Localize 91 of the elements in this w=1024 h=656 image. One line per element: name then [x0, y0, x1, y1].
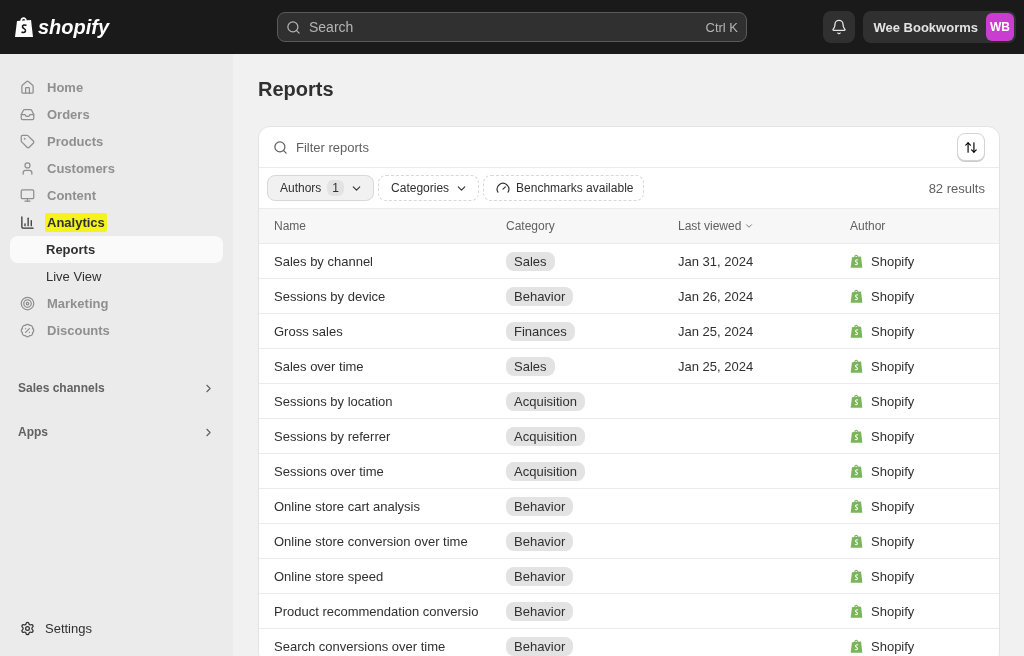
shopping-bag-icon [850, 393, 863, 409]
author-name: Shopify [871, 463, 915, 479]
notifications-button[interactable] [823, 11, 856, 43]
bell-icon [831, 19, 848, 35]
shopping-bag-icon [850, 253, 863, 269]
last-viewed-cell: Jan 31, 2024 [663, 244, 835, 279]
keyboard-shortcut: Ctrl K [705, 19, 738, 35]
bar-chart-icon [20, 215, 35, 230]
author-name: Shopify [871, 603, 915, 619]
gauge-icon [496, 181, 511, 195]
settings-icon [20, 620, 35, 636]
author-name: Shopify [871, 498, 915, 514]
inbox-icon [20, 107, 35, 122]
search-field[interactable]: Search Ctrl K [277, 12, 747, 42]
nav-section[interactable]: Apps [10, 418, 223, 446]
logo-text: shopify [38, 15, 110, 39]
filter-chip[interactable]: Categories [378, 175, 480, 201]
author-name: Shopify [871, 358, 915, 374]
report-name-cell[interactable]: Online store cart analysis [259, 489, 491, 524]
filter-field[interactable]: Filter reports [296, 139, 949, 155]
category-tag: Behavior [506, 636, 574, 656]
last-viewed-cell: Jan 26, 2024 [663, 279, 835, 314]
report-name-cell[interactable]: Gross sales [259, 314, 491, 349]
category-tag: Sales [506, 356, 555, 376]
page-title: Reports [258, 78, 335, 101]
shopping-bag-icon [850, 568, 863, 584]
tag-icon [20, 134, 35, 149]
filter-chip[interactable]: Authors 1 [267, 175, 375, 201]
sort-chevron-icon [744, 221, 755, 231]
column-header: Category [491, 208, 663, 244]
monitor-icon [20, 188, 35, 203]
report-name-cell[interactable]: Sessions by referrer [259, 419, 491, 454]
author-name: Shopify [871, 428, 915, 444]
last-viewed-cell: Jan 25, 2024 [663, 314, 835, 349]
shopping-bag-icon [850, 463, 863, 479]
shopping-bag-icon [850, 533, 863, 549]
column-header: Name [259, 208, 491, 244]
author-name: Shopify [871, 253, 915, 269]
report-name-cell[interactable]: Online store conversion over time [259, 524, 491, 559]
shopping-bag-icon [850, 358, 863, 374]
shopping-bag-icon [850, 603, 863, 619]
percent-badge-icon [20, 323, 35, 338]
sort-button[interactable] [957, 133, 985, 161]
last-viewed-cell: Jan 25, 2024 [663, 349, 835, 384]
store-avatar: WB [986, 13, 1014, 41]
report-name-cell[interactable]: Search conversions over time [259, 629, 491, 656]
category-tag: Behavior [506, 286, 574, 306]
nav-subitem[interactable]: Reports [10, 236, 223, 263]
report-name-cell[interactable]: Online store speed [259, 559, 491, 594]
shopping-bag-icon [850, 498, 863, 514]
report-name-cell[interactable]: Sessions over time [259, 454, 491, 489]
author-name: Shopify [871, 288, 915, 304]
category-tag: Behavior [506, 566, 574, 586]
author-name: Shopify [871, 323, 915, 339]
shopping-bag-icon [850, 428, 863, 444]
shopping-bag-icon [850, 288, 863, 304]
store-menu-button[interactable]: Wee Bookworms WB [863, 11, 1016, 43]
column-header: Author [835, 208, 999, 244]
person-icon [20, 161, 35, 176]
filter-chip[interactable]: Benchmarks available [483, 175, 645, 201]
shopping-bag-logo-icon [14, 16, 34, 38]
category-tag: Acquisition [506, 391, 585, 411]
author-name: Shopify [871, 638, 915, 654]
search-icon [273, 139, 288, 155]
settings-link[interactable]: Settings [10, 614, 223, 642]
shopping-bag-icon [850, 323, 863, 339]
category-tag: Acquisition [506, 461, 585, 481]
nav-item[interactable]: Analytics [10, 209, 223, 236]
report-name-cell[interactable]: Sales by channel [259, 244, 491, 279]
report-name-cell[interactable]: Product recommendation conversio [259, 594, 491, 629]
report-name-cell[interactable]: Sessions by location [259, 384, 491, 419]
report-name-cell[interactable]: Sessions by device [259, 279, 491, 314]
nav-section[interactable]: Sales channels [10, 374, 223, 402]
category-tag: Finances [506, 321, 575, 341]
column-header[interactable]: Last viewed [663, 208, 835, 244]
results-count: 82 results [928, 180, 985, 196]
category-tag: Behavior [506, 531, 574, 551]
sort-arrows-icon [964, 139, 978, 155]
target-icon [20, 296, 35, 311]
nav-subitem[interactable]: Live View [10, 263, 223, 290]
author-name: Shopify [871, 533, 915, 549]
search-icon [286, 19, 301, 35]
category-tag: Behavior [506, 496, 574, 516]
category-tag: Behavior [506, 601, 574, 621]
report-name-cell[interactable]: Sales over time [259, 349, 491, 384]
author-name: Shopify [871, 393, 915, 409]
filter-count: 1 [327, 180, 345, 196]
house-icon [20, 80, 35, 95]
category-tag: Sales [506, 251, 555, 271]
author-name: Shopify [871, 568, 915, 584]
category-tag: Acquisition [506, 426, 585, 446]
